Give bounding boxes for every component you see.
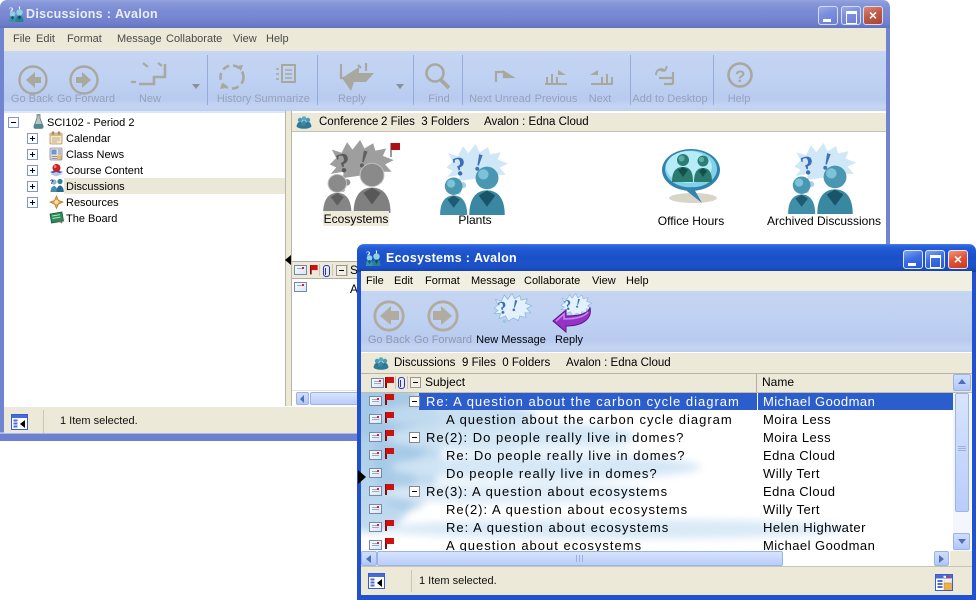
svg-text:?: ? xyxy=(50,180,54,186)
svg-text:?: ? xyxy=(735,67,745,86)
